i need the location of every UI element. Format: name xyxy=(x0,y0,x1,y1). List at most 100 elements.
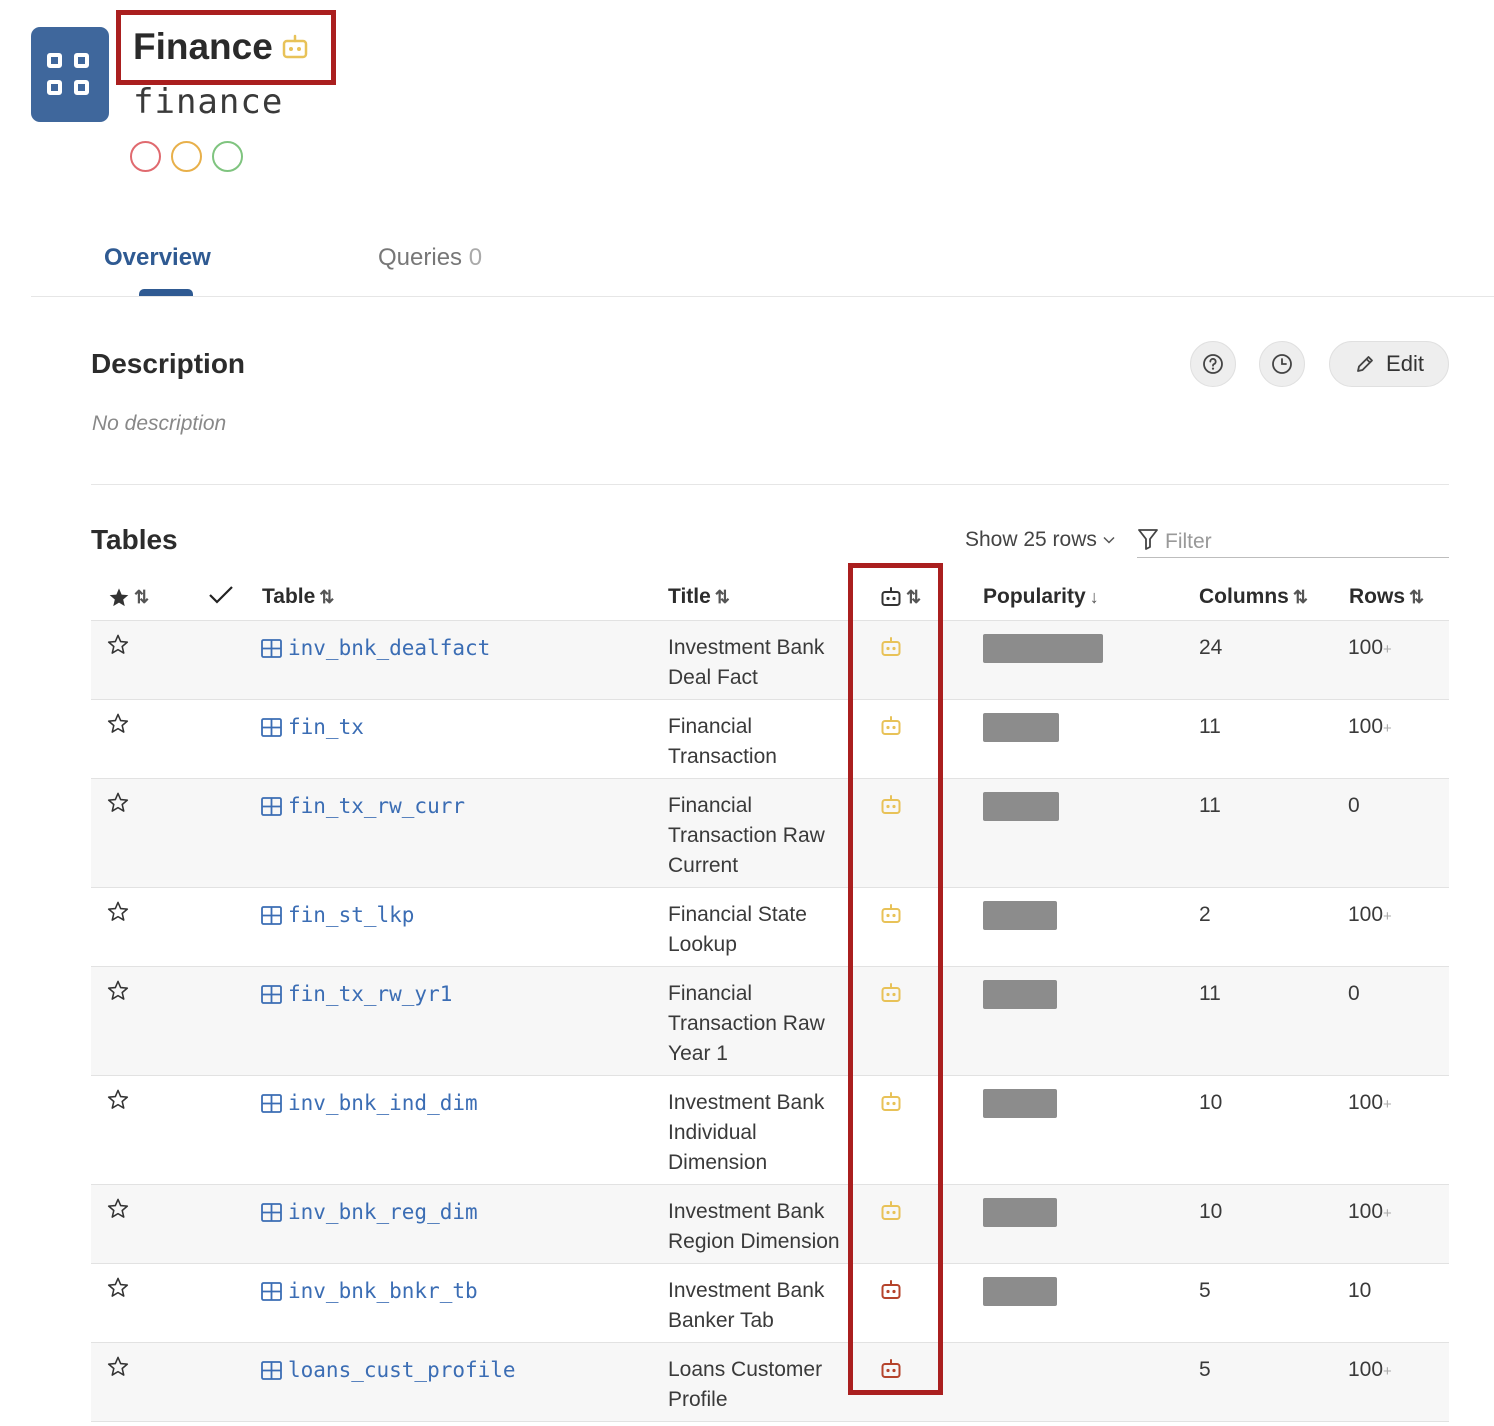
table-link[interactable]: loans_cust_profile xyxy=(261,1355,516,1385)
table-link[interactable]: fin_st_lkp xyxy=(261,900,414,930)
column-header-columns-label: Columns xyxy=(1199,585,1289,608)
column-header-favorite[interactable]: ⇅ xyxy=(108,584,149,610)
table-name: fin_tx xyxy=(288,715,364,739)
row-count-value: 100 xyxy=(1348,1358,1384,1381)
column-count: 10 xyxy=(1199,1200,1223,1223)
table-grid-icon xyxy=(261,984,282,1004)
star-outline-icon xyxy=(107,980,129,1000)
tab-queries[interactable]: Queries 0 xyxy=(378,243,482,273)
table-row: loans_cust_profile Loans Customer Profile… xyxy=(91,1343,1449,1422)
column-count: 11 xyxy=(1199,715,1221,738)
table-title: Investment Bank Region Dimension xyxy=(668,1200,840,1253)
popularity-bar xyxy=(983,980,1057,1009)
show-rows-dropdown[interactable]: Show 25 rows xyxy=(965,528,1115,552)
table-title: Financial Transaction Raw Current xyxy=(668,794,825,877)
column-header-ai[interactable]: ⇅ xyxy=(880,584,921,610)
column-header-title-label: Title xyxy=(668,585,711,608)
ai-robot-icon xyxy=(881,1201,901,1220)
filter-input[interactable] xyxy=(1165,529,1425,554)
ai-robot-icon xyxy=(881,637,901,656)
column-header-verified[interactable] xyxy=(208,584,234,606)
row-count: 100+ xyxy=(1348,900,1392,932)
sort-icon: ⇅ xyxy=(1409,587,1424,607)
row-count-plus: + xyxy=(1383,641,1392,658)
sort-icon: ⇅ xyxy=(1292,587,1308,607)
ai-robot-icon xyxy=(881,795,901,814)
table-grid-icon xyxy=(261,1202,282,1222)
table-grid-icon xyxy=(261,905,282,925)
table-link[interactable]: fin_tx xyxy=(261,712,364,742)
favorite-star-button[interactable] xyxy=(107,1277,129,1307)
table-row: inv_bnk_ind_dim Investment Bank Individua… xyxy=(91,1076,1449,1185)
description-heading: Description xyxy=(91,348,246,379)
favorite-star-button[interactable] xyxy=(107,792,129,822)
table-name: inv_bnk_bnkr_tb xyxy=(288,1279,478,1303)
row-count-value: 100 xyxy=(1348,1091,1384,1114)
tab-overview[interactable]: Overview xyxy=(104,243,211,273)
table-link[interactable]: inv_bnk_reg_dim xyxy=(261,1197,478,1227)
status-circle-green xyxy=(212,141,243,172)
favorite-star-button[interactable] xyxy=(107,1089,129,1119)
ai-status-icon-cell xyxy=(880,903,902,934)
column-header-popularity-label: Popularity xyxy=(983,585,1086,608)
popularity-bar xyxy=(983,1277,1057,1306)
favorite-star-button[interactable] xyxy=(107,980,129,1010)
ai-status-icon-cell xyxy=(880,1200,902,1231)
ai-robot-icon xyxy=(881,587,901,606)
column-header-columns[interactable]: Columns ⇅ xyxy=(1199,584,1308,610)
table-name: loans_cust_profile xyxy=(288,1358,516,1382)
favorite-star-button[interactable] xyxy=(107,1356,129,1386)
row-count: 0 xyxy=(1348,979,1360,1011)
favorite-star-button[interactable] xyxy=(107,713,129,743)
ai-status-icon-cell xyxy=(880,1091,902,1122)
table-link[interactable]: inv_bnk_dealfact xyxy=(261,633,490,663)
pencil-icon xyxy=(1357,356,1373,372)
tab-overview-label: Overview xyxy=(104,244,211,271)
table-name: fin_st_lkp xyxy=(288,903,415,927)
column-count: 5 xyxy=(1199,1358,1211,1381)
history-button[interactable] xyxy=(1259,341,1305,387)
table-row: fin_tx_rw_curr Financial Transaction Raw … xyxy=(91,779,1449,888)
ai-status-icon-cell xyxy=(880,636,902,667)
status-circle-yellow xyxy=(171,141,202,172)
table-link[interactable]: fin_tx_rw_curr xyxy=(261,791,465,821)
sort-icon: ⇅ xyxy=(134,587,149,607)
help-button[interactable] xyxy=(1190,341,1236,387)
tables-heading: Tables xyxy=(91,524,178,555)
show-rows-label: Show 25 rows xyxy=(965,528,1097,551)
table-title: Investment Bank Banker Tab xyxy=(668,1279,825,1332)
row-count-plus: + xyxy=(1383,720,1392,737)
star-outline-icon xyxy=(107,713,129,733)
row-count-plus: + xyxy=(1383,1363,1392,1380)
table-grid-icon xyxy=(261,1360,282,1380)
row-count-plus: + xyxy=(1383,1096,1392,1113)
edit-description-button[interactable]: Edit xyxy=(1329,341,1449,387)
popularity-bar xyxy=(983,901,1057,930)
ai-status-icon-cell xyxy=(880,1279,902,1310)
ai-status-icon-cell xyxy=(880,794,902,825)
ai-robot-icon xyxy=(881,904,901,923)
ai-robot-icon xyxy=(881,1092,901,1111)
column-header-table[interactable]: Table ⇅ xyxy=(262,584,334,610)
favorite-star-button[interactable] xyxy=(107,901,129,931)
column-header-title[interactable]: Title ⇅ xyxy=(668,584,730,610)
favorite-star-button[interactable] xyxy=(107,1198,129,1228)
favorite-star-button[interactable] xyxy=(107,634,129,664)
page-subtitle: finance xyxy=(133,82,284,122)
status-circle-red xyxy=(130,141,161,172)
star-outline-icon xyxy=(107,1356,129,1376)
status-indicators xyxy=(130,141,243,172)
column-header-popularity[interactable]: Popularity ↓ xyxy=(983,584,1099,610)
table-link[interactable]: inv_bnk_bnkr_tb xyxy=(261,1276,478,1306)
star-outline-icon xyxy=(107,792,129,812)
table-link[interactable]: inv_bnk_ind_dim xyxy=(261,1088,478,1118)
column-count: 11 xyxy=(1199,794,1221,817)
column-header-rows[interactable]: Rows ⇅ xyxy=(1349,584,1424,610)
sort-icon: ⇅ xyxy=(319,587,334,607)
table-title: Financial Transaction xyxy=(668,715,777,768)
filter-field xyxy=(1137,520,1449,558)
table-row: fin_tx Financial Transaction 11 100+ xyxy=(91,700,1449,779)
popularity-bar xyxy=(983,713,1059,742)
table-link[interactable]: fin_tx_rw_yr1 xyxy=(261,979,452,1009)
sort-icon: ⇅ xyxy=(906,587,921,607)
